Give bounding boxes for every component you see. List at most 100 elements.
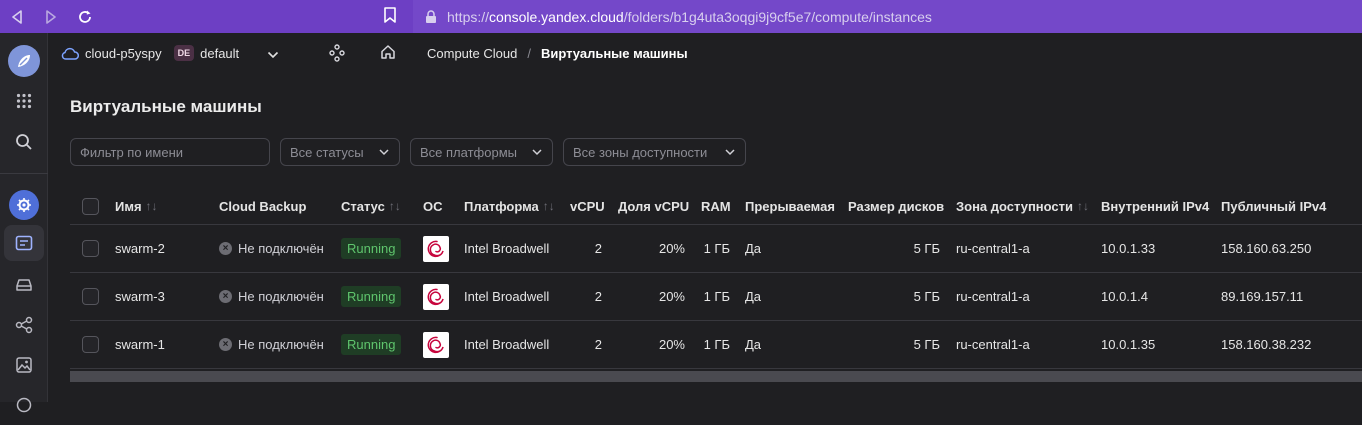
column-zone[interactable]: Зона доступности ↑↓ — [956, 188, 1089, 224]
os-cell — [423, 273, 449, 320]
network-icon[interactable] — [0, 305, 48, 345]
folder-name: default — [200, 45, 240, 61]
column-backup: Cloud Backup — [219, 188, 306, 224]
table-row[interactable]: swarm-2 × Не подключён Running Intel Broa… — [70, 225, 1362, 273]
top-navigation: cloud-p5yspy DE default Compute Cloud / … — [49, 33, 1362, 75]
bookmark-icon[interactable] — [383, 6, 397, 29]
vm-name[interactable]: swarm-2 — [115, 225, 165, 272]
column-ram: RAM — [701, 188, 731, 224]
backup-status: × Не подключён — [219, 273, 324, 320]
vm-status: Running — [341, 225, 402, 272]
vm-preemptible: Да — [745, 289, 762, 304]
table-row[interactable]: swarm-1 × Не подключён Running Intel Broa… — [70, 321, 1362, 369]
vm-preemptible: Да — [745, 337, 762, 352]
chevron-down-icon — [379, 149, 389, 156]
virtual-machines-icon[interactable] — [0, 223, 48, 263]
row-select-cell — [82, 273, 99, 320]
status-badge: Running — [341, 286, 402, 307]
vm-platform: Intel Broadwell — [464, 289, 550, 304]
column-name[interactable]: Имя ↑↓ — [115, 188, 158, 224]
table-row[interactable]: swarm-3 × Не подключён Running Intel Broa… — [70, 273, 1362, 321]
cloud-selector[interactable]: cloud-p5yspy DE default — [61, 45, 239, 61]
zone-filter-select[interactable]: Все зоны доступности — [563, 138, 746, 166]
vm-disk: 5 ГБ — [913, 337, 940, 352]
column-vcpu: vCPU — [570, 188, 605, 224]
back-icon[interactable] — [0, 0, 34, 33]
vm-vcpu-share: 20% — [658, 337, 685, 352]
chevron-down-icon — [725, 149, 735, 156]
column-status[interactable]: Статус ↑↓ — [341, 188, 401, 224]
column-preemptible: Прерываемая — [745, 188, 835, 224]
vm-vcpu: 2 — [594, 241, 602, 256]
column-preemptible-label: Прерываемая — [745, 198, 835, 214]
column-platform[interactable]: Платформа ↑↓ — [464, 188, 555, 224]
platform-filter-select[interactable]: Все платформы — [410, 138, 553, 166]
images-icon[interactable] — [0, 345, 48, 385]
cloud-icon — [61, 47, 79, 60]
name-filter-placeholder: Фильтр по имени — [80, 144, 184, 160]
breadcrumb-service[interactable]: Compute Cloud — [427, 46, 517, 61]
home-icon[interactable] — [380, 44, 396, 63]
column-vcpu-share: Доля vCPU — [618, 188, 689, 224]
vm-internal-ip: 10.0.1.4 — [1101, 289, 1148, 304]
chevron-down-icon[interactable] — [267, 47, 279, 62]
vm-public-ip: 158.160.38.232 — [1221, 337, 1312, 352]
sort-icon[interactable]: ↑↓ — [389, 199, 401, 213]
status-filter-select[interactable]: Все статусы — [280, 138, 400, 166]
vm-zone: ru-central1-a — [956, 337, 1030, 352]
vm-name[interactable]: swarm-1 — [115, 321, 165, 368]
cloud-name: cloud-p5yspy — [85, 45, 162, 61]
sidebar — [0, 33, 48, 413]
debian-logo-icon — [423, 283, 449, 310]
column-backup-label: Cloud Backup — [219, 198, 307, 214]
search-icon[interactable] — [0, 122, 48, 162]
row-select-cell — [82, 225, 99, 272]
services-icon[interactable] — [329, 44, 345, 65]
vm-status: Running — [341, 273, 402, 320]
vm-platform: Intel Broadwell — [464, 337, 550, 352]
snapshots-icon[interactable] — [0, 385, 48, 425]
debian-logo-icon — [423, 235, 449, 262]
forward-icon[interactable] — [34, 0, 68, 33]
column-vcpu-share-label: Доля vCPU — [618, 198, 690, 214]
column-platform-label: Платформа — [464, 198, 539, 214]
breadcrumb-separator: / — [527, 46, 531, 61]
column-status-label: Статус — [341, 198, 385, 214]
vm-vcpu-share: 20% — [658, 289, 685, 304]
horizontal-scrollbar[interactable] — [70, 371, 1362, 382]
yandex-cloud-logo[interactable] — [0, 41, 48, 81]
column-disk: Размер дисков — [848, 188, 944, 224]
vm-disk: 5 ГБ — [913, 289, 940, 304]
lock-icon — [425, 9, 437, 24]
vm-vcpu: 2 — [594, 337, 602, 352]
vm-name[interactable]: swarm-3 — [115, 273, 165, 320]
status-badge: Running — [341, 238, 402, 259]
reload-icon[interactable] — [68, 0, 102, 33]
name-filter-input[interactable]: Фильтр по имени — [70, 138, 270, 166]
status-filter-label: Все статусы — [290, 144, 364, 160]
platform-filter-label: Все платформы — [420, 144, 517, 160]
chevron-down-icon — [532, 149, 542, 156]
disks-icon[interactable] — [0, 265, 48, 305]
row-checkbox[interactable] — [82, 336, 99, 353]
sort-icon[interactable]: ↑↓ — [543, 199, 555, 213]
select-all-checkbox[interactable] — [82, 197, 99, 215]
select-all-cell — [82, 188, 99, 224]
compute-cloud-icon[interactable] — [0, 185, 48, 225]
address-bar[interactable]: https://console.yandex.cloud/folders/b1g… — [413, 0, 1362, 33]
vm-internal-ip: 10.0.1.35 — [1101, 337, 1156, 352]
page-title: Виртуальные машины — [70, 97, 262, 116]
row-checkbox[interactable] — [82, 240, 99, 257]
apps-grid-icon[interactable] — [0, 81, 48, 121]
sort-icon[interactable]: ↑↓ — [146, 199, 158, 213]
row-checkbox[interactable] — [82, 288, 99, 305]
column-os-label: ОС — [423, 198, 443, 214]
vm-disk: 5 ГБ — [913, 241, 940, 256]
vm-platform: Intel Broadwell — [464, 241, 550, 256]
vm-zone: ru-central1-a — [956, 289, 1030, 304]
sort-icon[interactable]: ↑↓ — [1077, 199, 1089, 213]
column-public-ip-label: Публичный IPv4 — [1221, 198, 1327, 214]
vm-public-ip: 158.160.63.250 — [1221, 241, 1312, 256]
browser-toolbar: https://console.yandex.cloud/folders/b1g… — [0, 0, 1362, 33]
sidebar-divider — [0, 173, 48, 174]
